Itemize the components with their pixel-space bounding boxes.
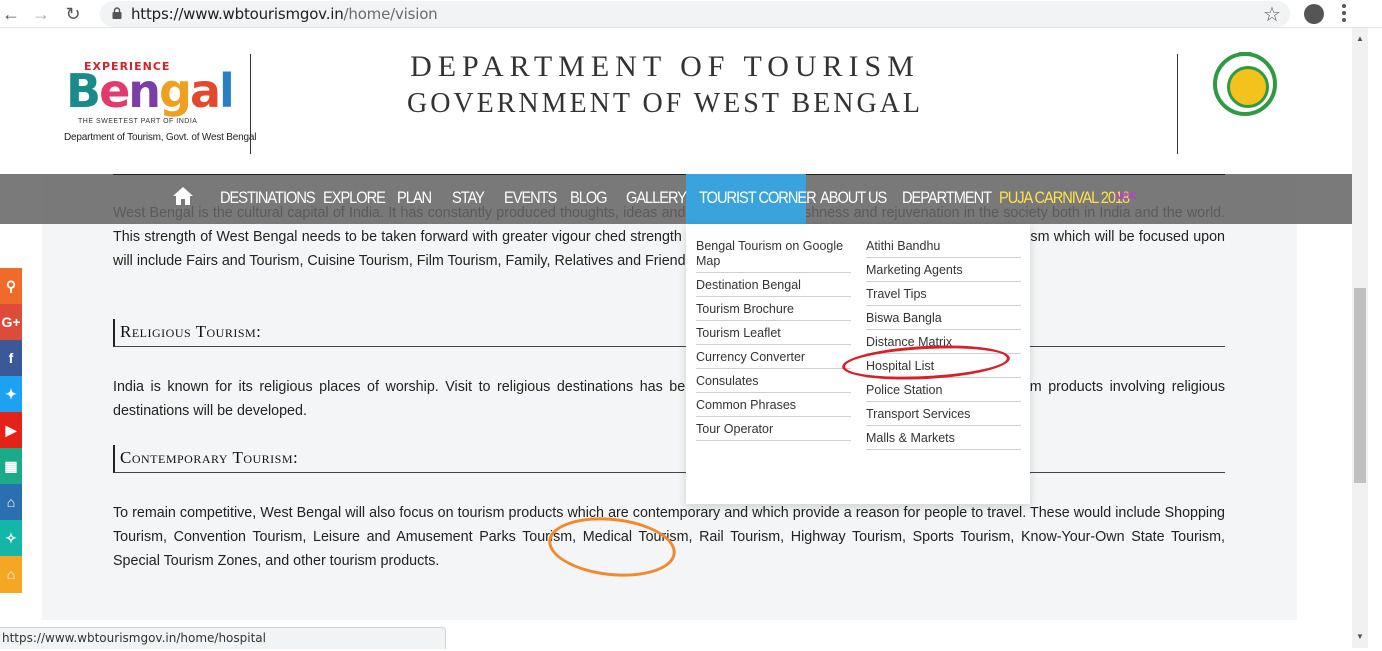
url-text[interactable]: https://www.wbtourismgov.in/home/vision	[131, 5, 438, 23]
header-divider-left	[250, 54, 251, 154]
contemporary-tourism-heading: Contemporary Tourism:	[113, 445, 1225, 473]
dropdown-item-consulates[interactable]: Consulates	[696, 372, 851, 393]
dropdown-item-police-station[interactable]: Police Station	[866, 381, 1021, 402]
dropdown-item-google-map[interactable]: Bengal Tourism on Google Map	[696, 237, 851, 273]
youtube-icon[interactable]: ▶	[0, 412, 22, 449]
title-line-1: DEPARTMENT OF TOURISM	[410, 50, 920, 83]
title-line-2: GOVERNMENT OF WEST BENGAL	[406, 88, 923, 119]
temple-icon[interactable]: ⌂	[0, 484, 22, 521]
scroll-up-icon[interactable]: ▲	[1356, 34, 1364, 43]
west-bengal-emblem	[1213, 52, 1277, 116]
logo-word: Bengal	[66, 64, 235, 118]
nav-events[interactable]: EVENTS	[504, 188, 557, 208]
dropdown-item-malls-markets[interactable]: Malls & Markets	[866, 429, 1021, 450]
status-bar-url: https://www.wbtourismgov.in/home/hospita…	[0, 627, 446, 649]
url-path: /home/vision	[343, 5, 438, 23]
experience-bengal-logo[interactable]: EXPERIENCE Bengal THE SWEETEST PART OF I…	[60, 54, 256, 154]
religious-tourism-paragraph: India is known for its religious places …	[113, 379, 1225, 420]
nav-blog[interactable]: BLOG	[570, 188, 608, 208]
department-title: DEPARTMENT OF TOURISM GOVERNMENT OF WEST…	[300, 50, 1030, 120]
calendar-icon[interactable]: ▦	[0, 448, 22, 485]
dropdown-item-tour-operator[interactable]: Tour Operator	[696, 420, 851, 441]
url-host: https://www.wbtourismgov.in	[131, 5, 344, 23]
dropdown-left-column: Bengal Tourism on Google Map Destination…	[696, 237, 851, 444]
vertical-scrollbar[interactable]: ▲ ▼	[1352, 28, 1368, 648]
home-icon[interactable]	[172, 186, 194, 206]
logo-subtitle: Department of Tourism, Govt. of West Ben…	[64, 132, 257, 143]
search-icon[interactable]: ⚲	[0, 268, 22, 305]
dropdown-item-marketing-agents[interactable]: Marketing Agents	[866, 261, 1021, 282]
nav-stay[interactable]: STAY	[452, 188, 485, 208]
facebook-icon[interactable]: f	[0, 340, 22, 377]
dropdown-item-atithi-bandhu[interactable]: Atithi Bandhu	[866, 237, 1021, 258]
dropdown-item-destination-bengal[interactable]: Destination Bengal	[696, 276, 851, 297]
nav-destinations[interactable]: DESTINATIONS	[220, 188, 316, 208]
dropdown-item-tourism-brochure[interactable]: Tourism Brochure	[696, 300, 851, 321]
dropdown-item-currency-converter[interactable]: Currency Converter	[696, 348, 851, 369]
dropdown-item-tourism-leaflet[interactable]: Tourism Leaflet	[696, 324, 851, 345]
dropdown-item-common-phrases[interactable]: Common Phrases	[696, 396, 851, 417]
google-plus-icon[interactable]: G+	[0, 304, 22, 341]
browser-toolbar: ← → ↻ https://www.wbtourismgov.in/home/v…	[0, 0, 1382, 28]
lock-icon	[112, 7, 122, 19]
main-nav: DESTINATIONS EXPLORE PLAN STAY EVENTS BL…	[0, 174, 1352, 224]
bookmark-star-icon[interactable]: ☆	[1263, 2, 1281, 27]
scrollbar-thumb[interactable]	[1354, 288, 1366, 483]
dropdown-item-transport-services[interactable]: Transport Services	[866, 405, 1021, 426]
new-badge: NEW	[1115, 191, 1136, 201]
nav-tourist-corner[interactable]: TOURIST CORNER	[699, 188, 817, 208]
nav-puja-carnival[interactable]: PUJA CARNIVAL 2018	[999, 188, 1130, 208]
religious-tourism-heading: Religious Tourism:	[113, 319, 1225, 347]
reload-icon[interactable]: ↻	[62, 3, 84, 25]
nav-gallery[interactable]: GALLERY	[626, 188, 687, 208]
dropdown-item-travel-tips[interactable]: Travel Tips	[866, 285, 1021, 306]
site-header: EXPERIENCE Bengal THE SWEETEST PART OF I…	[0, 28, 1352, 174]
forward-icon[interactable]: →	[30, 3, 52, 25]
menu-kebab-icon[interactable]	[1342, 4, 1346, 24]
dance-icon[interactable]: ✧	[0, 520, 22, 557]
nav-plan[interactable]: PLAN	[397, 188, 432, 208]
dropdown-item-biswa-bangla[interactable]: Biswa Bangla	[866, 309, 1021, 330]
scroll-down-icon[interactable]: ▼	[1356, 632, 1364, 641]
twitter-icon[interactable]: ✦	[0, 376, 22, 413]
nav-explore[interactable]: EXPLORE	[323, 188, 386, 208]
logo-tagline: THE SWEETEST PART OF INDIA	[78, 118, 198, 125]
nav-top-rule	[113, 174, 1225, 175]
nav-department[interactable]: DEPARTMENT	[902, 188, 992, 208]
account-icon[interactable]	[1304, 4, 1324, 24]
back-icon[interactable]: ←	[0, 3, 22, 25]
header-divider-right	[1177, 54, 1178, 154]
building-icon[interactable]: ⌂	[0, 556, 22, 593]
nav-about-us[interactable]: ABOUT US	[820, 188, 887, 208]
